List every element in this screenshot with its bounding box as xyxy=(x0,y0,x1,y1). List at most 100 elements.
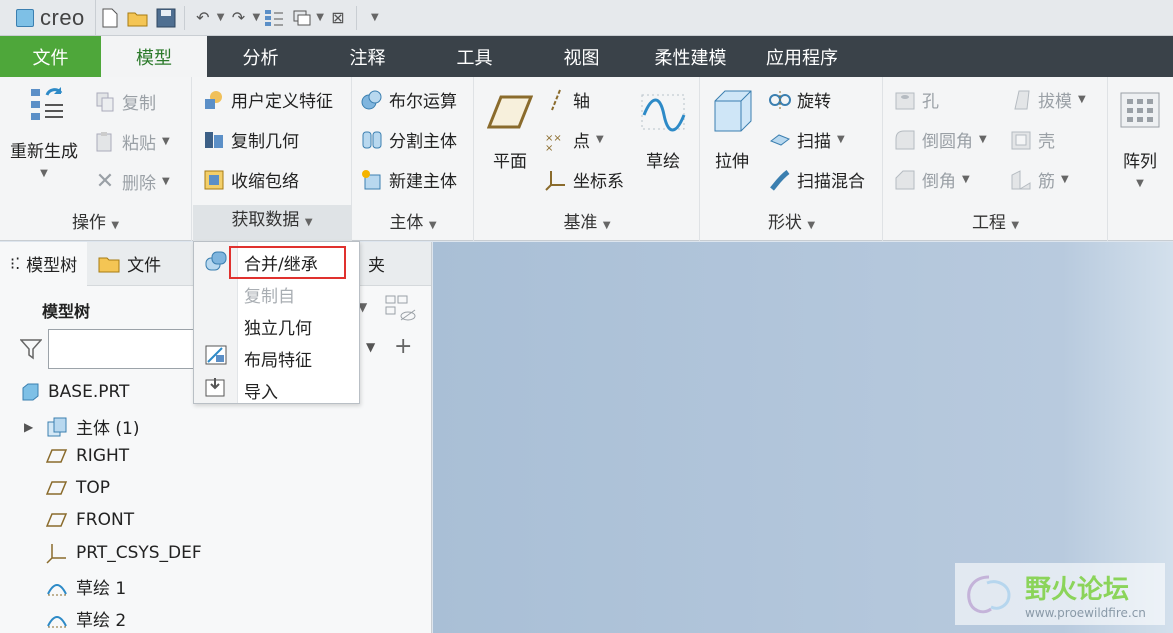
tab-file[interactable]: 文件 xyxy=(0,36,101,77)
paste-dropdown-icon[interactable]: ▼ xyxy=(162,136,170,147)
customize-toolbar-icon[interactable]: ▼ xyxy=(361,4,389,32)
point-dropdown-icon[interactable]: ▼ xyxy=(596,134,604,145)
copy-geometry-button[interactable]: 复制几何 xyxy=(203,127,299,152)
paste-button[interactable]: 粘贴 ▼ xyxy=(94,129,170,154)
shell-button[interactable]: 壳 xyxy=(1010,127,1055,152)
folder-browser-icon xyxy=(98,257,120,272)
tree-item-top[interactable]: TOP xyxy=(46,478,110,498)
tab-favorites-label: 夹 xyxy=(368,256,385,276)
datum-plane-icon xyxy=(46,513,68,527)
csys-label: 坐标系 xyxy=(573,172,624,192)
plane-button[interactable]: 平面 xyxy=(487,89,533,172)
sweep-button[interactable]: 扫描 ▼ xyxy=(769,127,845,152)
tree-item-csys[interactable]: PRT_CSYS_DEF xyxy=(46,542,202,564)
copy-button[interactable]: 复制 xyxy=(94,89,156,114)
redo-dropdown-icon[interactable]: ▼ xyxy=(253,12,261,23)
filter-icon[interactable] xyxy=(19,338,43,365)
tab-files[interactable]: 文件 xyxy=(87,242,171,286)
delete-dropdown-icon[interactable]: ▼ xyxy=(162,176,170,187)
chamfer-dropdown-icon[interactable]: ▼ xyxy=(962,174,970,185)
undo-icon[interactable]: ↶ xyxy=(189,4,217,32)
group-label-shapes[interactable]: 形状 ▼ xyxy=(701,211,882,235)
delete-button[interactable]: ✕ 删除 ▼ xyxy=(94,169,170,194)
split-body-label: 分割主体 xyxy=(389,132,457,152)
sketch-icon xyxy=(641,94,686,132)
tree-search-input[interactable] xyxy=(48,329,198,369)
tab-model[interactable]: 模型 xyxy=(101,36,207,77)
group-label-body[interactable]: 主体 ▼ xyxy=(353,211,473,235)
tree-item-sketch-1[interactable]: 草绘 1 xyxy=(46,574,126,599)
datum-plane-icon xyxy=(46,449,68,463)
group-label-get-data[interactable]: 获取数据 ▼ xyxy=(193,205,351,241)
extrude-button[interactable]: 拉伸 xyxy=(709,87,755,172)
tab-applications[interactable]: 应用程序 xyxy=(746,36,858,77)
swept-blend-icon xyxy=(770,169,790,191)
draft-button[interactable]: 拔模 ▼ xyxy=(1010,87,1086,112)
rib-dropdown-icon[interactable]: ▼ xyxy=(1061,174,1069,185)
tab-model-tree[interactable]: ⁝⁚ 模型树 xyxy=(0,241,88,286)
axis-button[interactable]: 轴 xyxy=(545,87,590,112)
tab-model-tree-label: 模型树 xyxy=(26,256,78,276)
regenerate-small-icon[interactable] xyxy=(260,4,288,32)
tab-analysis[interactable]: 分析 xyxy=(207,36,314,77)
group-datum: 平面 轴 ×× × 点 ▼ 坐标系 草绘 基准 ▼ xyxy=(475,77,700,241)
add-column-icon[interactable]: + xyxy=(394,334,412,359)
tab-annotate[interactable]: 注释 xyxy=(314,36,421,77)
hole-icon xyxy=(895,92,915,109)
menu-item-copy-from[interactable]: 复制自 xyxy=(244,282,295,307)
hole-button[interactable]: 孔 xyxy=(894,87,939,112)
undo-dropdown-icon[interactable]: ▼ xyxy=(217,12,225,23)
graphics-area[interactable]: 野火论坛 www.proewildfire.cn xyxy=(433,242,1173,633)
show-hide-icon[interactable] xyxy=(384,294,418,324)
split-body-button[interactable]: 分割主体 xyxy=(361,127,457,152)
tab-favorites[interactable]: 夹 xyxy=(358,242,395,286)
group-label-datum[interactable]: 基准 ▼ xyxy=(475,211,699,235)
rib-button[interactable]: 筋 ▼ xyxy=(1010,167,1069,192)
watermark-title: 野火论坛 xyxy=(1025,574,1130,605)
tree-item-sketch-2[interactable]: 草绘 2 xyxy=(46,606,126,631)
shrinkwrap-label: 收缩包络 xyxy=(231,172,299,192)
tree-item-front[interactable]: FRONT xyxy=(46,510,134,530)
pattern-button[interactable]: 阵列 ▼ xyxy=(1117,87,1163,189)
sketch-button[interactable]: 草绘 xyxy=(640,89,686,172)
round-button[interactable]: 倒圆角 ▼ xyxy=(894,127,987,152)
new-body-button[interactable]: 新建主体 xyxy=(361,167,457,192)
tab-flexible-modeling[interactable]: 柔性建模 xyxy=(635,36,746,77)
sweep-dropdown-icon[interactable]: ▼ xyxy=(837,134,845,145)
regenerate-button[interactable]: 重新生成 ▼ xyxy=(10,83,78,179)
udf-button[interactable]: 用户定义特征 xyxy=(203,87,333,112)
point-button[interactable]: ×× × 点 ▼ xyxy=(545,127,604,152)
tab-tools[interactable]: 工具 xyxy=(421,36,528,77)
csys-button[interactable]: 坐标系 xyxy=(545,167,624,192)
expand-triangle-icon[interactable]: ▶ xyxy=(24,420,38,434)
tree-item-right[interactable]: RIGHT xyxy=(46,446,129,466)
creo-cube-icon xyxy=(16,8,34,27)
new-file-icon[interactable] xyxy=(96,4,124,32)
revolve-button[interactable]: 旋转 xyxy=(769,87,831,112)
save-icon[interactable] xyxy=(152,4,180,32)
menu-item-import[interactable]: 导入 xyxy=(244,378,278,403)
windows-dropdown-icon[interactable]: ▼ xyxy=(316,12,324,23)
pattern-dropdown-icon[interactable]: ▼ xyxy=(1136,178,1144,189)
shrinkwrap-button[interactable]: 收缩包络 xyxy=(203,167,299,192)
open-folder-icon[interactable] xyxy=(124,4,152,32)
tree-item-label: PRT_CSYS_DEF xyxy=(76,543,202,563)
round-dropdown-icon[interactable]: ▼ xyxy=(979,134,987,145)
boolean-button[interactable]: 布尔运算 xyxy=(361,87,457,112)
menu-item-independent-geometry[interactable]: 独立几何 xyxy=(244,314,312,339)
tree-item-body[interactable]: ▶ 主体 (1) xyxy=(24,414,139,439)
redo-icon[interactable]: ↷ xyxy=(225,4,253,32)
group-label-operations[interactable]: 操作 ▼ xyxy=(0,211,191,235)
chamfer-button[interactable]: 倒角 ▼ xyxy=(894,167,970,192)
close-window-icon[interactable]: ⊠ xyxy=(324,4,352,32)
windows-icon[interactable] xyxy=(288,4,316,32)
group-label-engineering[interactable]: 工程 ▼ xyxy=(884,211,1107,235)
tab-view[interactable]: 视图 xyxy=(528,36,635,77)
menu-item-merge-inherit[interactable]: 合并/继承 xyxy=(229,246,346,279)
swept-blend-button[interactable]: 扫描混合 xyxy=(769,167,865,192)
tree-item-base-prt[interactable]: BASE.PRT xyxy=(20,382,129,402)
menu-item-layout-feature[interactable]: 布局特征 xyxy=(244,346,312,371)
regenerate-dropdown-icon[interactable]: ▼ xyxy=(40,168,48,179)
search-dropdown-icon[interactable]: ▼ xyxy=(366,340,375,354)
draft-dropdown-icon[interactable]: ▼ xyxy=(1078,94,1086,105)
